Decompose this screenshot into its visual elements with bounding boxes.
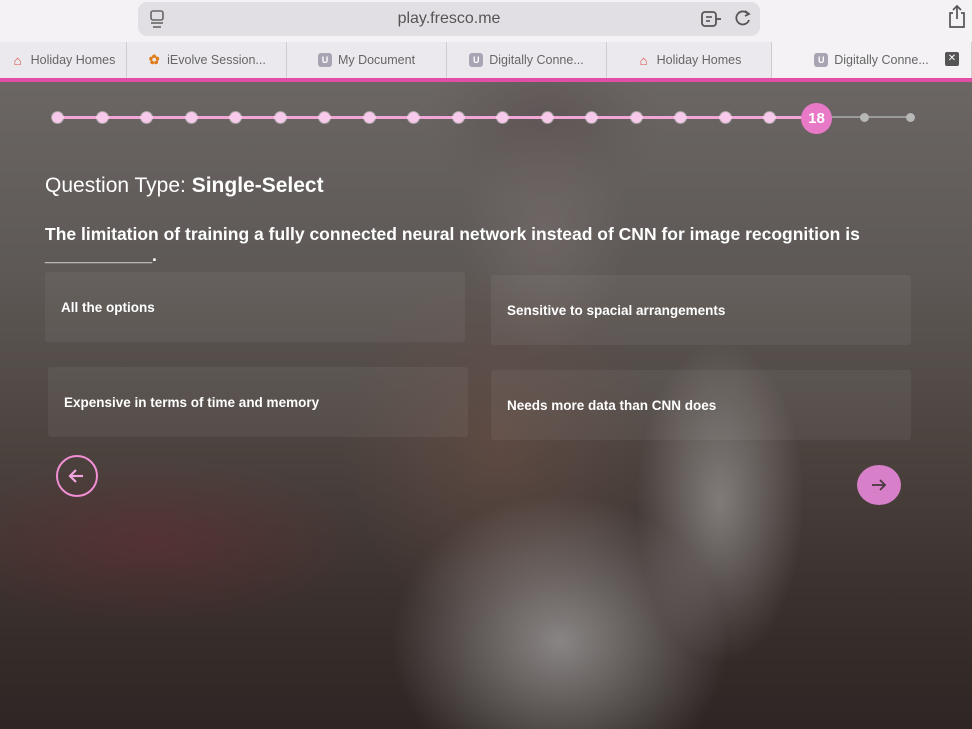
question-type: Question Type: Single-Select	[45, 174, 324, 198]
tab-bar: ⌂ Holiday Homes ✿ iEvolve Session... U M…	[0, 42, 972, 79]
tab-label: iEvolve Session...	[167, 53, 266, 67]
share-icon[interactable]	[946, 4, 968, 34]
tab-label: Holiday Homes	[30, 53, 116, 67]
progress-step-dot	[860, 113, 869, 122]
question-type-value: Single-Select	[191, 174, 324, 197]
tab-holiday-homes-1[interactable]: ⌂ Holiday Homes	[0, 42, 127, 78]
quiz-page: 18 Question Type: Single-Select The limi…	[0, 82, 972, 729]
current-step-indicator: 18	[801, 103, 832, 134]
option-1[interactable]: All the options	[45, 272, 465, 342]
progress-step-dot	[586, 112, 597, 123]
progress-step-dot	[408, 112, 419, 123]
progress-step-dot	[497, 112, 508, 123]
home-icon: ⌂	[13, 52, 22, 68]
progress-step-dot	[675, 112, 686, 123]
progress-step-dot	[719, 112, 731, 123]
option-2[interactable]: Sensitive to spacial arrangements	[491, 275, 911, 345]
tab-label: Digitally Conne...	[834, 53, 929, 67]
progress-track-completed	[57, 116, 817, 119]
progress-step-dot	[319, 112, 330, 123]
tab-holiday-homes-2[interactable]: ⌂ Holiday Homes	[607, 42, 772, 78]
progress-step-dot	[906, 113, 915, 122]
u-doc-icon: U	[317, 53, 332, 67]
progress-step-dot	[274, 112, 286, 123]
home-icon: ⌂	[639, 52, 648, 68]
progress-step-dot	[363, 112, 375, 123]
option-3[interactable]: Expensive in terms of time and memory	[48, 367, 468, 437]
address-bar[interactable]: play.fresco.me	[138, 2, 760, 36]
arrow-left-icon	[68, 469, 83, 483]
browser-toolbar: play.fresco.me	[0, 0, 972, 42]
close-tab-icon[interactable]: ✕	[945, 52, 959, 66]
u-doc-icon: U	[469, 53, 484, 67]
previous-question-button[interactable]	[56, 455, 98, 497]
progress-step-dot	[52, 112, 63, 123]
question-text: The limitation of training a fully conne…	[45, 224, 860, 265]
progress-step-dot	[96, 112, 108, 123]
tab-label: Digitally Conne...	[489, 53, 584, 67]
extension-icon[interactable]	[700, 10, 722, 32]
progress-step-dot	[141, 112, 152, 123]
progress-step-dot	[452, 112, 464, 123]
u-doc-icon: U	[814, 53, 829, 67]
reload-icon[interactable]	[733, 8, 753, 32]
tab-label: Holiday Homes	[656, 53, 742, 67]
question-type-label: Question Type:	[45, 174, 186, 197]
option-4[interactable]: Needs more data than CNN does	[491, 370, 911, 440]
evolve-icon: ✿	[148, 52, 160, 67]
tab-digitally-connected-1[interactable]: U Digitally Conne...	[447, 42, 607, 78]
tab-digitally-connected-active[interactable]: U Digitally Conne... ✕	[772, 42, 972, 78]
arrow-right-icon	[872, 479, 887, 491]
next-question-button[interactable]	[857, 465, 901, 505]
tab-my-document[interactable]: U My Document	[287, 42, 447, 78]
progress-step-dot	[185, 112, 197, 123]
progress-step-dot	[764, 112, 775, 123]
progress-step-dot	[630, 112, 642, 123]
url-text[interactable]: play.fresco.me	[138, 10, 760, 28]
tab-label: My Document	[337, 53, 416, 67]
progress-step-dot	[230, 112, 241, 123]
progress-step-dot	[541, 112, 553, 123]
tab-ievolve[interactable]: ✿ iEvolve Session...	[127, 42, 287, 78]
